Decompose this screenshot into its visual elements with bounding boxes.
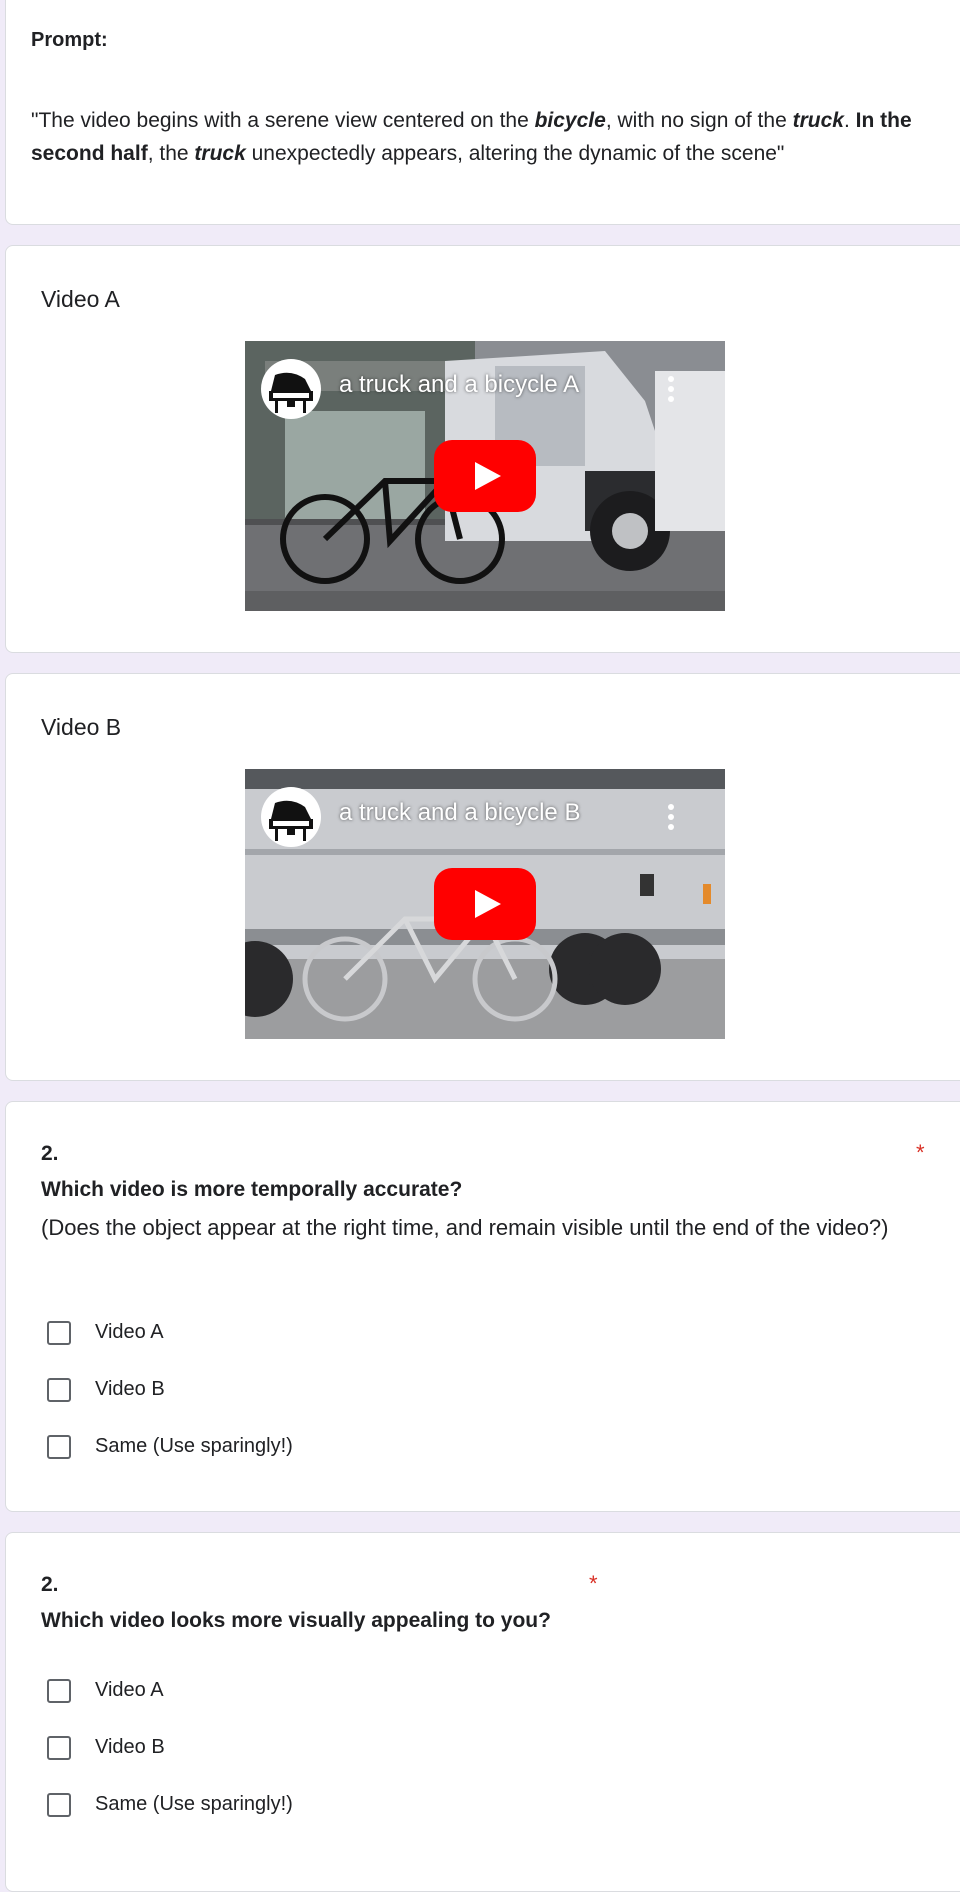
- option-video-b[interactable]: Video B: [41, 1374, 441, 1408]
- prompt-text: "The video begins with a serene view cen…: [31, 104, 926, 170]
- checkbox[interactable]: [47, 1321, 71, 1345]
- required-mark: *: [589, 1571, 598, 1596]
- option-video-b[interactable]: Video B: [41, 1732, 441, 1766]
- prompt-part: bicycle: [534, 109, 606, 132]
- option-same[interactable]: Same (Use sparingly!): [41, 1789, 441, 1823]
- piano-icon: [269, 800, 313, 841]
- question-title: Which video looks more visually appealin…: [41, 1609, 551, 1632]
- video-player-b[interactable]: a truck and a bicycle B: [245, 769, 725, 1039]
- prompt-part: "The video begins with a serene view cen…: [31, 109, 535, 132]
- option-video-a[interactable]: Video A: [41, 1675, 441, 1709]
- option-label: Same (Use sparingly!): [95, 1435, 293, 1457]
- more-vert-icon[interactable]: [661, 797, 681, 837]
- checkbox[interactable]: [47, 1736, 71, 1760]
- checkbox[interactable]: [47, 1793, 71, 1817]
- question-card: 2. * Which video is more temporally accu…: [5, 1101, 960, 1512]
- option-same[interactable]: Same (Use sparingly!): [41, 1431, 441, 1465]
- checkbox[interactable]: [47, 1378, 71, 1402]
- video-player-a[interactable]: a truck and a bicycle A: [245, 341, 725, 611]
- prompt-part: , the: [147, 142, 195, 165]
- video-player-title[interactable]: a truck and a bicycle A: [339, 371, 579, 399]
- required-mark: *: [916, 1140, 925, 1165]
- option-label: Video A: [95, 1679, 164, 1701]
- question-number: 2.: [41, 1142, 59, 1165]
- prompt-card: Prompt: "The video begins with a serene …: [5, 0, 960, 225]
- video-player-title[interactable]: a truck and a bicycle B: [339, 799, 580, 827]
- video-b-card: Video B a truck and a bicycle B: [5, 673, 960, 1081]
- piano-icon: [269, 372, 313, 413]
- channel-avatar[interactable]: [261, 787, 321, 847]
- video-a-card: Video A a truck and a bicycle A: [5, 245, 960, 653]
- option-label: Same (Use sparingly!): [95, 1793, 293, 1815]
- question-description: (Does the object appear at the right tim…: [41, 1215, 889, 1240]
- option-label: Video B: [95, 1736, 165, 1758]
- question-card: 2. * Which video looks more visually app…: [5, 1532, 960, 1892]
- question-number: 2.: [41, 1573, 59, 1596]
- prompt-part: .: [843, 109, 856, 132]
- prompt-part: unexpectedly appears, altering the dynam…: [245, 142, 785, 165]
- checkbox[interactable]: [47, 1679, 71, 1703]
- prompt-part: truck: [792, 109, 844, 132]
- question-title: Which video is more temporally accurate?: [41, 1178, 463, 1201]
- checkbox[interactable]: [47, 1435, 71, 1459]
- prompt-label: Prompt:: [31, 29, 108, 51]
- video-section-title: Video B: [41, 714, 122, 740]
- play-button[interactable]: [434, 868, 536, 940]
- more-vert-icon[interactable]: [661, 369, 681, 409]
- channel-avatar[interactable]: [261, 359, 321, 419]
- play-button[interactable]: [434, 440, 536, 512]
- option-label: Video A: [95, 1321, 164, 1343]
- option-label: Video B: [95, 1378, 165, 1400]
- option-video-a[interactable]: Video A: [41, 1317, 441, 1351]
- prompt-part: truck: [194, 142, 246, 165]
- video-section-title: Video A: [41, 286, 120, 312]
- prompt-part: , with no sign of the: [605, 109, 793, 132]
